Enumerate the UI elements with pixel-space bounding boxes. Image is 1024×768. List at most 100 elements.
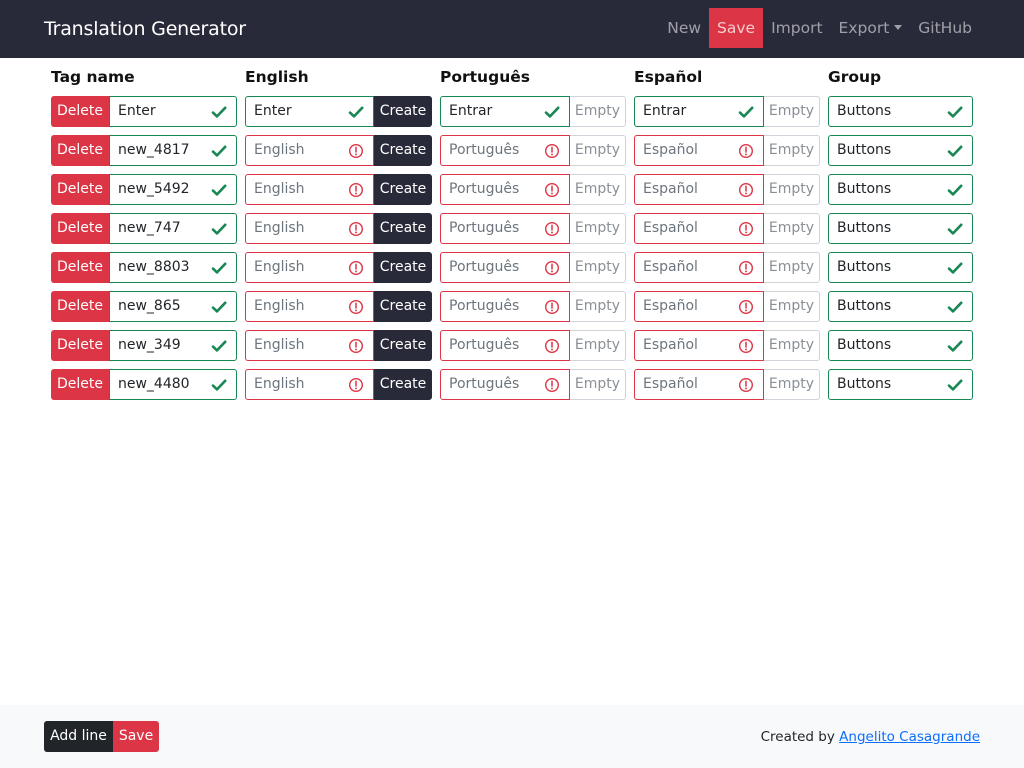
portugues-empty-addon[interactable]: Empty (570, 213, 626, 244)
tag-name-input[interactable]: new_865 (109, 291, 237, 322)
espanol-input[interactable]: Español (634, 252, 764, 283)
espanol-input[interactable]: Español (634, 291, 764, 322)
portugues-empty-addon[interactable]: Empty (570, 330, 626, 361)
espanol-empty-addon[interactable]: Empty (764, 330, 820, 361)
tag-name-input[interactable]: new_4817 (109, 135, 237, 166)
english-input[interactable]: English (245, 213, 374, 244)
footer-save-button[interactable]: Save (113, 721, 159, 752)
portugues-empty-addon[interactable]: Empty (570, 135, 626, 166)
espanol-input[interactable]: Español (634, 174, 764, 205)
english-input[interactable]: Enter (245, 96, 374, 127)
check-icon (947, 184, 963, 196)
create-button[interactable]: Create (374, 96, 432, 127)
espanol-empty-addon[interactable]: Empty (764, 96, 820, 127)
create-button[interactable]: Create (374, 291, 432, 322)
table-row: Delete new_865 English Create Português Empty… (0, 291, 1024, 322)
espanol-input[interactable]: Español (634, 369, 764, 400)
tag-name-input[interactable]: new_747 (109, 213, 237, 244)
espanol-input[interactable]: Español (634, 213, 764, 244)
delete-button[interactable]: Delete (51, 174, 109, 205)
english-input[interactable]: English (245, 252, 374, 283)
nav-export-dropdown[interactable]: Export (831, 8, 911, 48)
group-input[interactable]: Buttons (828, 96, 973, 127)
group-input[interactable]: Buttons (828, 252, 973, 283)
portugues-input[interactable]: Português (440, 174, 570, 205)
add-line-button[interactable]: Add line (44, 721, 113, 752)
espanol-empty-addon[interactable]: Empty (764, 135, 820, 166)
exclamation-circle-icon (348, 182, 364, 198)
espanol-input[interactable]: Entrar (634, 96, 764, 127)
group-value: Buttons (837, 181, 892, 197)
portugues-placeholder: Português (449, 142, 520, 158)
english-placeholder: English (254, 259, 305, 275)
group-input[interactable]: Buttons (828, 135, 973, 166)
create-button[interactable]: Create (374, 135, 432, 166)
portugues-empty-addon[interactable]: Empty (570, 252, 626, 283)
portugues-empty-addon[interactable]: Empty (570, 96, 626, 127)
english-input[interactable]: English (245, 369, 374, 400)
group-input[interactable]: Buttons (828, 330, 973, 361)
create-button[interactable]: Create (374, 252, 432, 283)
portugues-input[interactable]: Português (440, 213, 570, 244)
create-button[interactable]: Create (374, 174, 432, 205)
portugues-input[interactable]: Português (440, 252, 570, 283)
espanol-empty-addon[interactable]: Empty (764, 174, 820, 205)
check-icon (947, 340, 963, 352)
exclamation-circle-icon (544, 182, 560, 198)
portugues-input[interactable]: Entrar (440, 96, 570, 127)
delete-button[interactable]: Delete (51, 291, 109, 322)
check-icon (947, 223, 963, 235)
tag-name-input[interactable]: new_4480 (109, 369, 237, 400)
group-input[interactable]: Buttons (828, 213, 973, 244)
espanol-empty-addon[interactable]: Empty (764, 291, 820, 322)
create-button[interactable]: Create (374, 369, 432, 400)
app-title[interactable]: Translation Generator (44, 17, 246, 41)
tag-name-input[interactable]: new_349 (109, 330, 237, 361)
column-header-portugues: Português (440, 68, 530, 86)
espanol-empty-addon[interactable]: Empty (764, 369, 820, 400)
portugues-input[interactable]: Português (440, 291, 570, 322)
tag-name-input[interactable]: new_8803 (109, 252, 237, 283)
delete-button[interactable]: Delete (51, 369, 109, 400)
english-input[interactable]: English (245, 135, 374, 166)
english-input[interactable]: English (245, 291, 374, 322)
delete-button[interactable]: Delete (51, 252, 109, 283)
group-value: Buttons (837, 259, 892, 275)
exclamation-circle-icon (544, 221, 560, 237)
delete-button[interactable]: Delete (51, 135, 109, 166)
espanol-input[interactable]: Español (634, 330, 764, 361)
english-value: Enter (254, 103, 292, 119)
tag-name-input[interactable]: new_5492 (109, 174, 237, 205)
portugues-input[interactable]: Português (440, 369, 570, 400)
delete-button[interactable]: Delete (51, 96, 109, 127)
delete-button[interactable]: Delete (51, 213, 109, 244)
group-input[interactable]: Buttons (828, 291, 973, 322)
espanol-empty-addon[interactable]: Empty (764, 252, 820, 283)
portugues-empty-addon[interactable]: Empty (570, 369, 626, 400)
portugues-empty-addon[interactable]: Empty (570, 291, 626, 322)
nav-import[interactable]: Import (763, 8, 830, 48)
espanol-empty-addon[interactable]: Empty (764, 213, 820, 244)
check-icon (211, 184, 227, 196)
create-button[interactable]: Create (374, 330, 432, 361)
navbar: Translation Generator New Save Import Ex… (0, 0, 1024, 58)
english-input[interactable]: English (245, 174, 374, 205)
portugues-input[interactable]: Português (440, 135, 570, 166)
tag-name-value: new_5492 (118, 181, 190, 197)
english-input[interactable]: English (245, 330, 374, 361)
espanol-input[interactable]: Español (634, 135, 764, 166)
portugues-placeholder: Português (449, 376, 520, 392)
portugues-input[interactable]: Português (440, 330, 570, 361)
caret-down-icon (894, 25, 903, 30)
group-input[interactable]: Buttons (828, 369, 973, 400)
tag-name-input[interactable]: Enter (109, 96, 237, 127)
delete-button[interactable]: Delete (51, 330, 109, 361)
group-input[interactable]: Buttons (828, 174, 973, 205)
nav-github[interactable]: GitHub (910, 8, 980, 48)
portugues-empty-addon[interactable]: Empty (570, 174, 626, 205)
nav-new[interactable]: New (659, 8, 709, 48)
nav-save[interactable]: Save (709, 8, 764, 48)
author-link[interactable]: Angelito Casagrande (839, 729, 980, 745)
create-button[interactable]: Create (374, 213, 432, 244)
exclamation-circle-icon (348, 377, 364, 393)
